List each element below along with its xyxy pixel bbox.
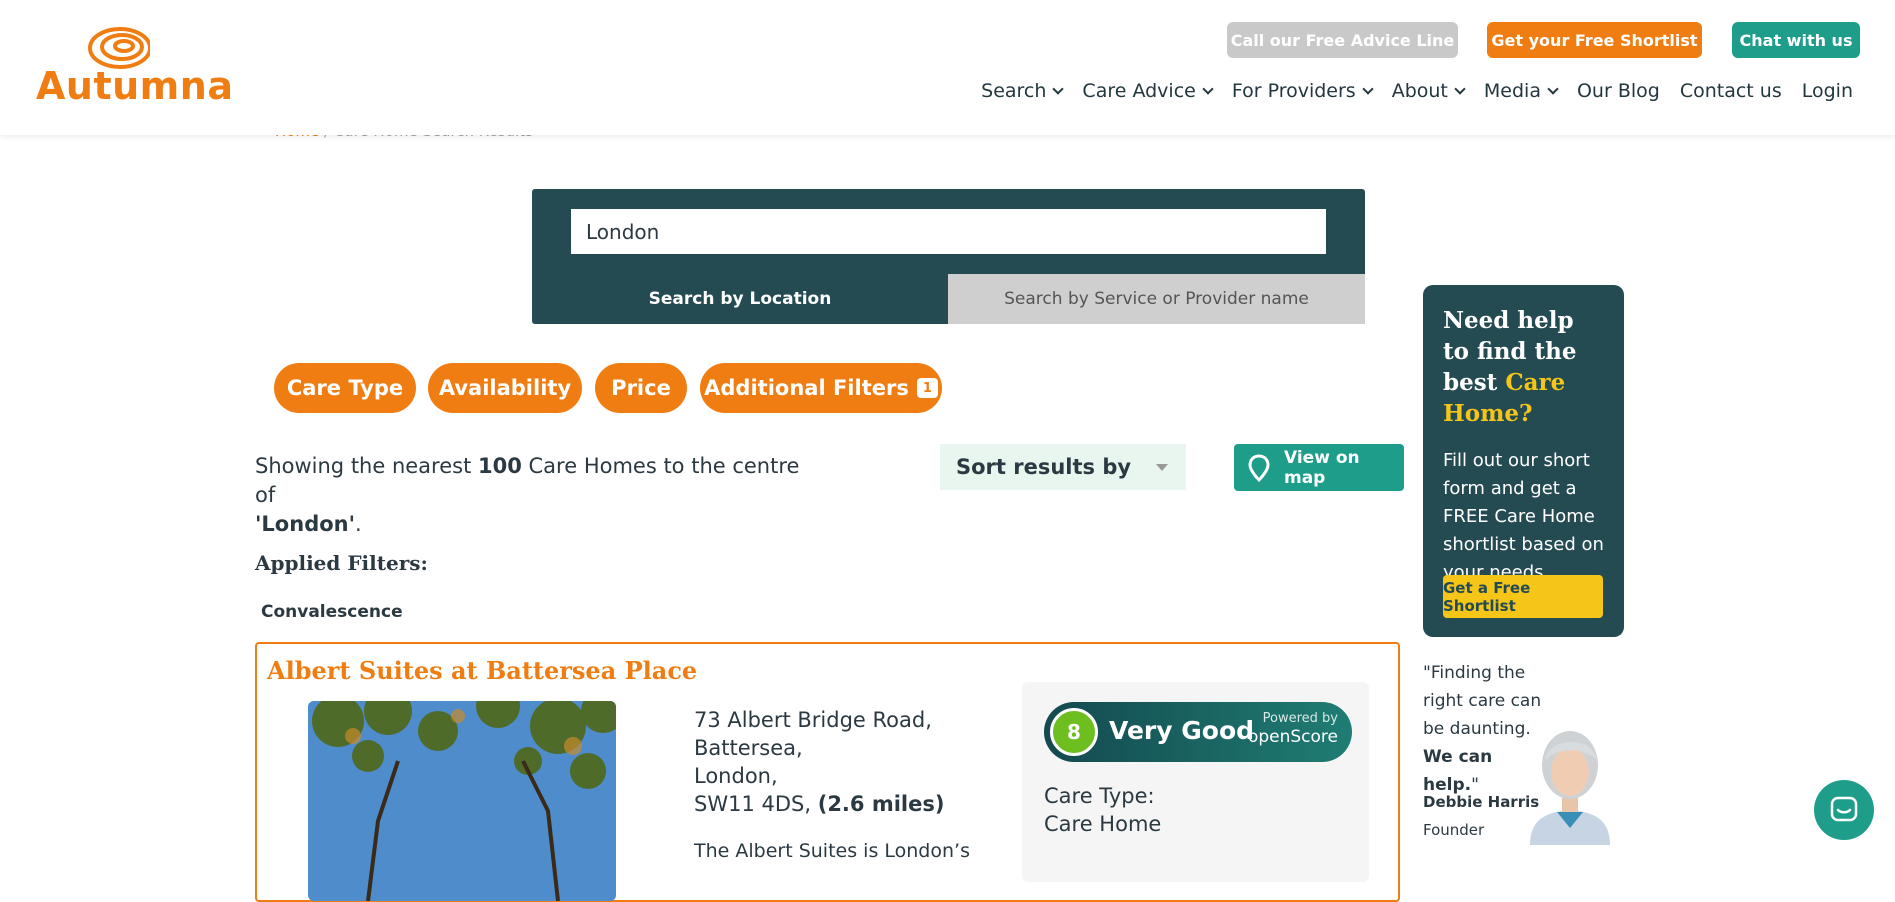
founder-photo: [1530, 731, 1610, 845]
care-home-info-panel: 8 Very Good Powered by openScore Care Ty…: [1022, 682, 1369, 882]
additional-filters-button[interactable]: Additional Filters 1: [700, 363, 942, 413]
founder-role: Founder: [1423, 821, 1485, 839]
care-type-label: Care Type:: [1044, 784, 1155, 808]
free-advice-line-button[interactable]: Call our Free Advice Line: [1227, 22, 1458, 58]
site-header: Autumna Call our Free Advice Line Get yo…: [0, 0, 1895, 135]
chevron-down-icon: [1202, 82, 1214, 95]
powered-by-text: Powered by: [1262, 711, 1338, 726]
chevron-down-icon: [1052, 82, 1065, 95]
free-shortlist-button[interactable]: Get your Free Shortlist: [1487, 22, 1702, 58]
chevron-down-icon: [1454, 82, 1466, 95]
openscore-rating-badge: 8 Very Good Powered by openScore: [1044, 702, 1352, 762]
nav-about[interactable]: About: [1391, 80, 1466, 102]
get-free-shortlist-button[interactable]: Get a Free Shortlist: [1443, 575, 1603, 618]
map-pin-icon: [1248, 454, 1270, 482]
care-home-address: 73 Albert Bridge Road, Battersea, London…: [694, 706, 944, 818]
nav-for-providers[interactable]: For Providers: [1231, 80, 1374, 102]
care-home-result-card[interactable]: Albert Suites at Battersea Place 73 Albe…: [255, 642, 1400, 902]
care-type-value: Care Home: [1044, 812, 1162, 836]
address-line-1: 73 Albert Bridge Road,: [694, 708, 932, 732]
results-summary: Showing the nearest 100 Care Homes to th…: [255, 452, 815, 539]
founder-name: Debbie Harris: [1423, 793, 1540, 811]
care-type-info: Care Type: Care Home: [1044, 782, 1161, 838]
address-line-3: London,: [694, 764, 778, 788]
nav-about-label: About: [1391, 80, 1448, 102]
tree-photo-image: [308, 701, 616, 901]
view-on-map-label: View on map: [1284, 447, 1360, 488]
nav-care-advice[interactable]: Care Advice: [1082, 80, 1214, 102]
address-line-2: Battersea,: [694, 736, 803, 760]
view-on-map-button[interactable]: View on map: [1234, 444, 1404, 491]
logo-wordmark: Autumna: [36, 64, 234, 108]
additional-filters-label: Additional Filters: [704, 376, 909, 400]
results-suffix: .: [355, 512, 362, 536]
results-location: 'London': [255, 512, 356, 536]
nav-search-label: Search: [981, 80, 1047, 102]
help-heading: Need help to find the best Care Home?: [1443, 305, 1604, 429]
score-label: Very Good: [1109, 716, 1255, 745]
address-postcode: SW11 4DS,: [694, 792, 812, 816]
results-prefix: Showing the nearest: [255, 454, 478, 478]
chat-with-us-button[interactable]: Chat with us: [1732, 22, 1860, 58]
help-sidebar-box: Need help to find the best Care Home? Fi…: [1423, 285, 1624, 637]
chevron-down-icon: [1547, 82, 1559, 95]
quote-end: ": [1471, 775, 1479, 795]
chat-icon: [1830, 796, 1858, 822]
availability-filter-button[interactable]: Availability: [428, 363, 582, 413]
tab-search-by-location[interactable]: Search by Location: [532, 274, 948, 324]
main-nav: Search Care Advice For Providers About M…: [981, 80, 1853, 102]
dropdown-arrow-icon: [1156, 464, 1168, 471]
care-type-filter-button[interactable]: Care Type: [274, 363, 416, 413]
nav-contact-us[interactable]: Contact us: [1680, 80, 1782, 102]
nav-for-providers-label: For Providers: [1231, 80, 1356, 102]
help-body-text: Fill out our short form and get a FREE C…: [1443, 450, 1604, 583]
results-count: 100: [478, 454, 522, 478]
address-postcode-line: SW11 4DS, (2.6 miles): [694, 790, 944, 818]
care-home-photo[interactable]: [308, 701, 616, 901]
sort-results-select[interactable]: Sort results by: [940, 444, 1186, 490]
score-value: 8: [1050, 708, 1098, 756]
powered-by-openscore: Powered by openScore: [1248, 710, 1338, 746]
nav-media[interactable]: Media: [1483, 80, 1559, 102]
nav-search[interactable]: Search: [981, 80, 1065, 102]
chevron-down-icon: [1362, 82, 1374, 95]
openscore-logo: openScore: [1247, 727, 1338, 747]
quote-bold: We can help.: [1423, 747, 1493, 795]
search-panel: London Search by Location Search by Serv…: [532, 189, 1365, 324]
nav-our-blog[interactable]: Our Blog: [1577, 80, 1660, 102]
filter-count-badge: 1: [916, 378, 938, 398]
nav-care-advice-label: Care Advice: [1082, 80, 1196, 102]
sort-label: Sort results by: [956, 455, 1132, 479]
autumna-logo[interactable]: Autumna: [36, 26, 233, 108]
distance-label: (2.6 miles): [817, 792, 945, 816]
live-chat-launcher[interactable]: [1814, 780, 1874, 840]
location-search-input[interactable]: London: [571, 209, 1326, 254]
applied-filter-chip[interactable]: Convalescence: [261, 602, 403, 622]
tab-search-by-service[interactable]: Search by Service or Provider name: [948, 274, 1365, 324]
nav-login[interactable]: Login: [1802, 80, 1853, 102]
nav-media-label: Media: [1483, 80, 1541, 102]
applied-filters-heading: Applied Filters:: [255, 551, 428, 575]
care-home-description: The Albert Suites is London’s: [694, 840, 970, 862]
care-home-title[interactable]: Albert Suites at Battersea Place: [267, 656, 697, 685]
price-filter-button[interactable]: Price: [595, 363, 687, 413]
